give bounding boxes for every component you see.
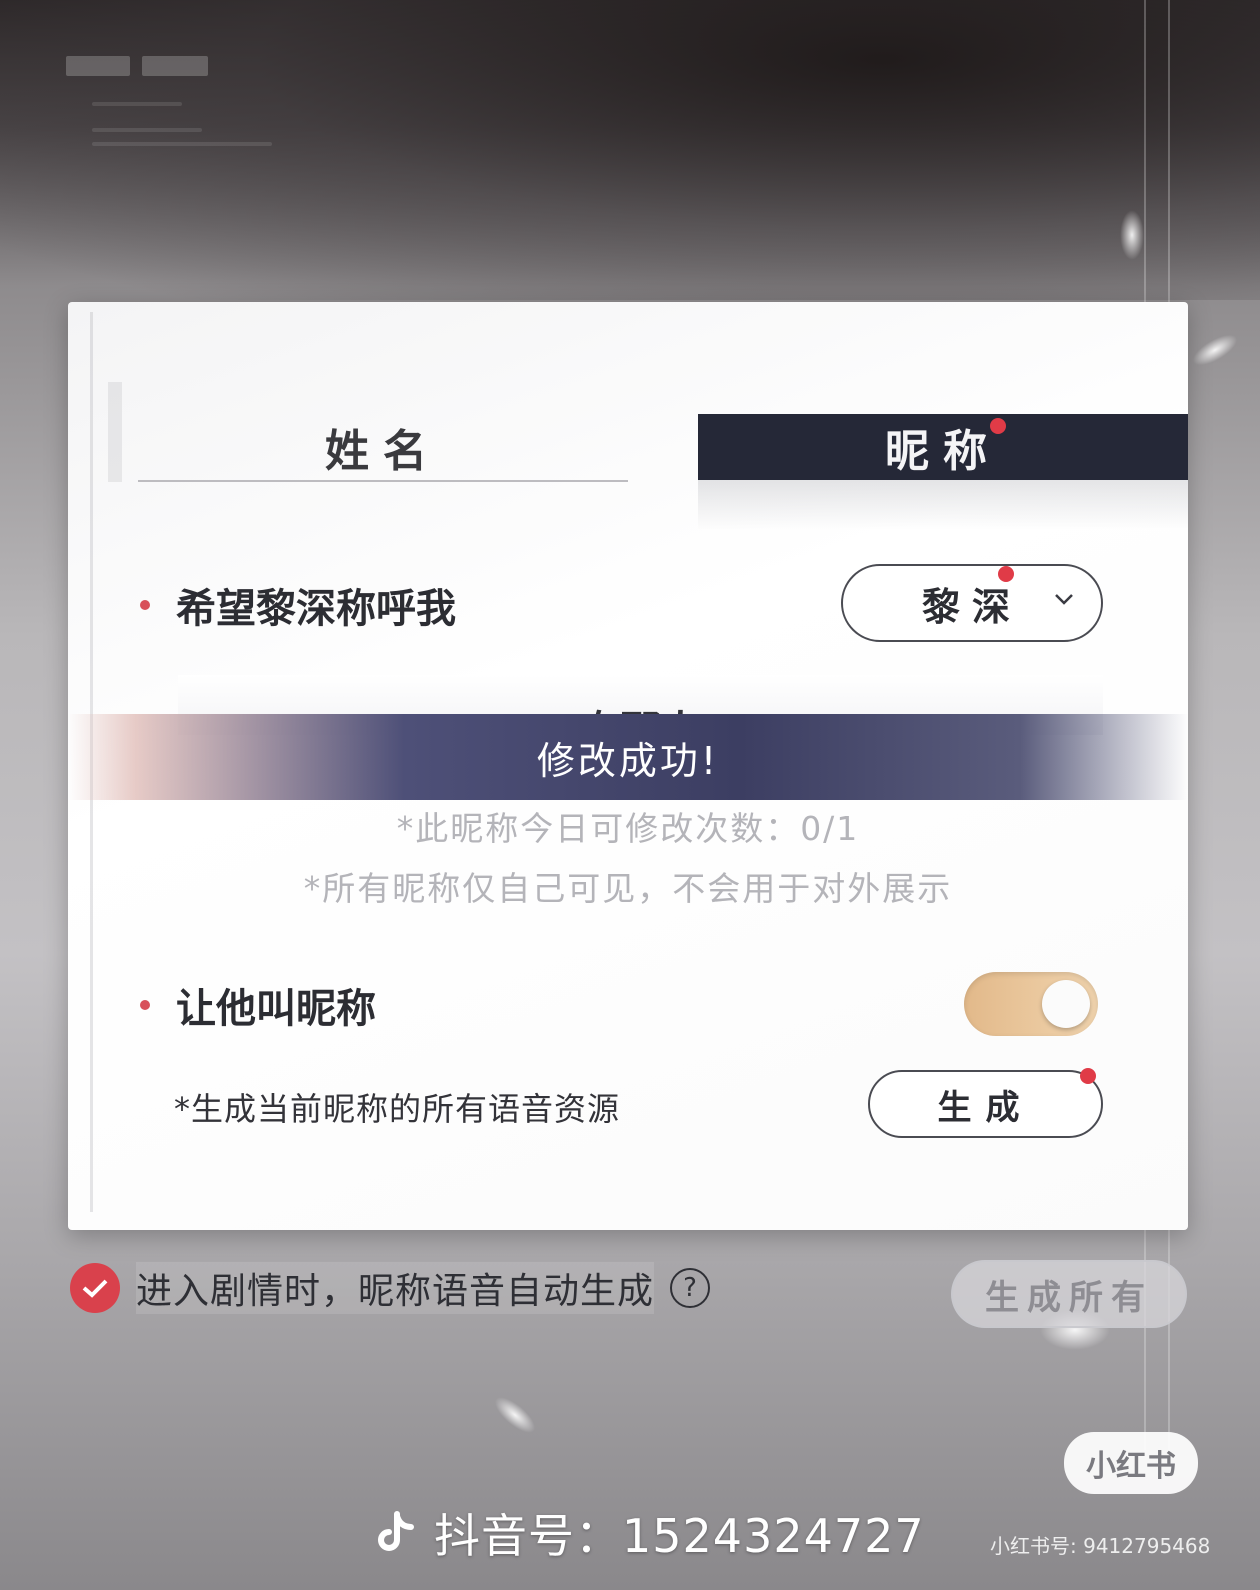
- bullet-icon: [140, 600, 150, 610]
- tab-nickname-label: 昵称: [885, 426, 1001, 477]
- generate-all-label: 生成所有: [985, 1277, 1153, 1318]
- call-me-selected-value: 黎深: [921, 583, 1022, 629]
- generate-button-label: 生成: [937, 1087, 1034, 1128]
- nickname-panel: 姓名 昵称 希望黎深称呼我 黎深 专那人 修改成功! *此昵称今日可修改次数：0…: [68, 302, 1188, 1230]
- toast-text: 修改成功!: [536, 738, 720, 783]
- sparkle: [489, 1391, 541, 1439]
- bullet-icon: [140, 1000, 150, 1010]
- generate-label: *生成当前昵称的所有语音资源: [174, 1090, 621, 1128]
- nickname-toggle-row: 让他叫昵称: [140, 976, 376, 1034]
- notification-dot: [1080, 1068, 1096, 1084]
- auto-generate-label: 进入剧情时，昵称语音自动生成: [136, 1262, 655, 1314]
- tab-underline: [138, 480, 628, 482]
- help-icon[interactable]: ?: [670, 1268, 711, 1308]
- nickname-toggle[interactable]: [964, 972, 1098, 1036]
- douyin-logo-icon: [378, 1511, 414, 1551]
- tab-nickname[interactable]: 昵称: [698, 414, 1188, 480]
- background-line: [92, 102, 182, 106]
- tab-shadow: [698, 480, 1188, 530]
- auto-generate-row: 进入剧情时，昵称语音自动生成 ?: [70, 1262, 711, 1314]
- call-me-row: 希望黎深称呼我: [140, 576, 456, 634]
- background-blur: [0, 0, 1260, 300]
- call-me-label: 希望黎深称呼我: [176, 585, 456, 632]
- tab-name-label: 姓名: [325, 426, 441, 477]
- generate-button[interactable]: 生成: [868, 1070, 1103, 1138]
- background-line: [92, 142, 272, 146]
- generate-all-button[interactable]: 生成所有: [951, 1260, 1187, 1328]
- call-me-select[interactable]: 黎深: [841, 564, 1103, 642]
- xiaohongshu-id: 小红书号: 9412795468: [990, 1534, 1211, 1558]
- checkmark-icon: [82, 1279, 108, 1298]
- auto-generate-checkbox[interactable]: [70, 1263, 120, 1313]
- notification-dot: [998, 566, 1014, 582]
- toggle-knob: [1042, 980, 1090, 1028]
- sparkle: [1188, 328, 1242, 372]
- douyin-watermark: 抖音号：1524324727: [370, 1500, 925, 1566]
- tab-bar: 姓名 昵称: [138, 414, 1188, 482]
- nickname-toggle-label: 让他叫昵称: [176, 985, 376, 1032]
- background-tag: [66, 56, 130, 76]
- xiaohongshu-watermark: 小红书: [1064, 1432, 1198, 1494]
- tab-name[interactable]: 姓名: [138, 414, 628, 480]
- visibility-hint: *所有昵称仅自己可见，不会用于对外展示: [303, 869, 953, 908]
- background-line: [92, 128, 202, 132]
- douyin-id: 抖音号：1524324727: [434, 1509, 925, 1563]
- panel-edge: [108, 382, 122, 482]
- sparkle: [1120, 210, 1144, 260]
- chevron-down-icon: [1055, 594, 1073, 605]
- background-tag: [142, 56, 208, 76]
- success-toast: 修改成功!: [68, 714, 1188, 800]
- daily-limit-hint: *此昵称今日可修改次数：0/1: [396, 809, 860, 848]
- notification-dot: [990, 418, 1006, 434]
